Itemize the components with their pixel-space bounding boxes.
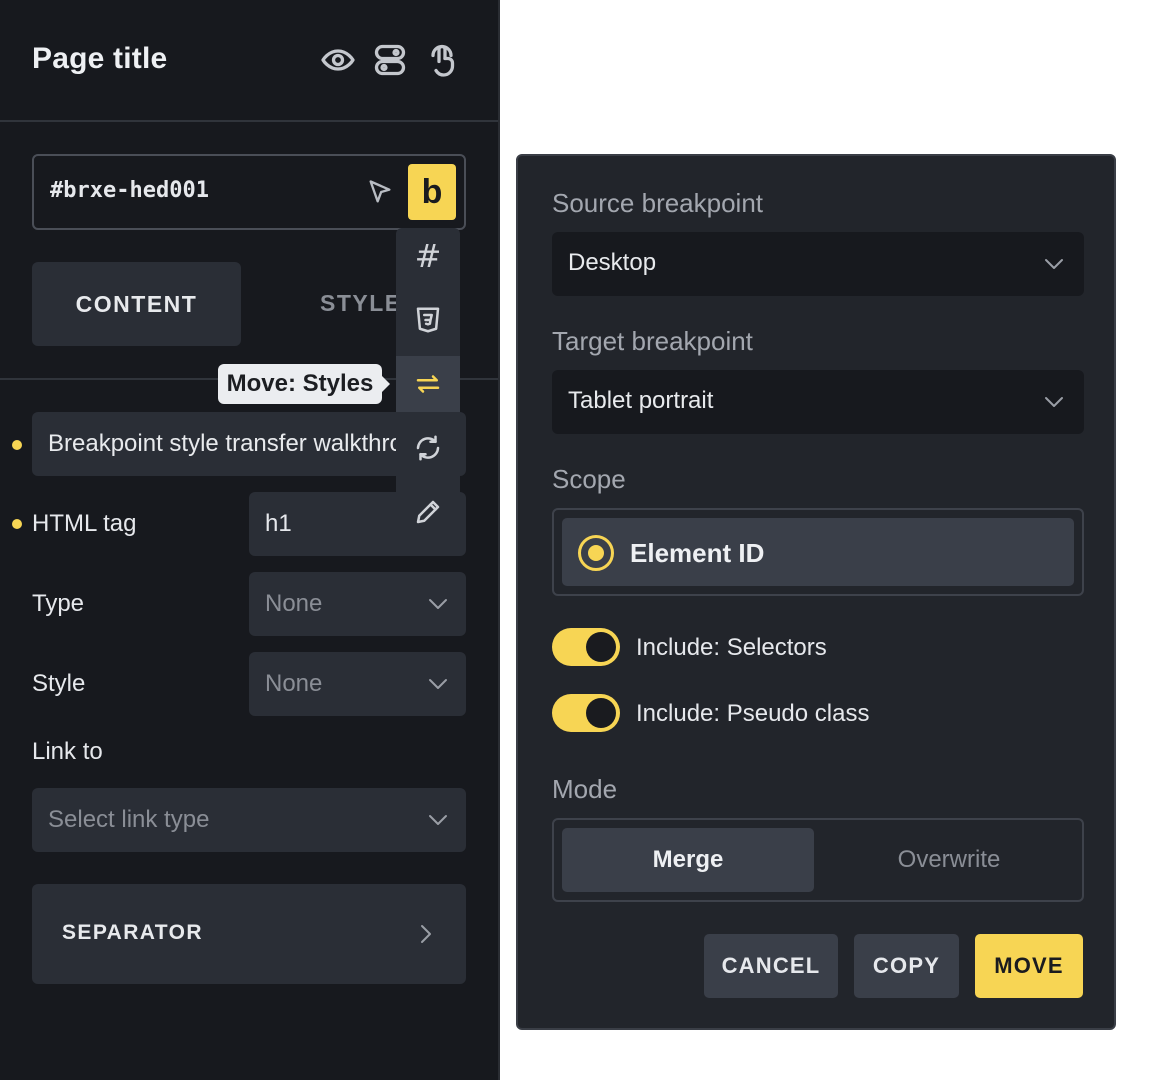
type-value: None xyxy=(265,590,323,617)
target-breakpoint-label: Target breakpoint xyxy=(552,326,753,356)
radio-selected[interactable] xyxy=(578,535,614,571)
style-label: Style xyxy=(32,670,86,697)
toggle-knob xyxy=(586,632,616,662)
toggle-selectors[interactable] xyxy=(552,628,620,666)
type-select[interactable]: None xyxy=(249,572,466,636)
mode-overwrite-option[interactable]: Overwrite xyxy=(820,828,1078,892)
modified-indicator-dot xyxy=(12,440,22,450)
hash-glyph: # xyxy=(414,237,442,275)
cancel-button[interactable]: CANCEL xyxy=(704,934,838,998)
pointer-hand-icon[interactable] xyxy=(422,40,462,80)
chevron-down-icon xyxy=(1042,390,1066,414)
type-label: Type xyxy=(32,590,85,617)
scope-label: Scope xyxy=(552,464,626,494)
scope-option-label: Element ID xyxy=(630,538,765,568)
page-title: Page title xyxy=(32,42,168,75)
move-styles-tooltip: Move: Styles xyxy=(218,364,390,404)
pencil-icon[interactable] xyxy=(396,484,460,540)
source-breakpoint-select[interactable]: Desktop xyxy=(552,232,1084,296)
copy-button[interactable]: COPY xyxy=(854,934,959,998)
separator-section[interactable]: SEPARATOR xyxy=(32,884,466,984)
move-styles-popup: Source breakpoint Desktop Target breakpo… xyxy=(516,154,1116,1030)
chevron-down-icon xyxy=(1042,252,1066,276)
toggles-icon[interactable] xyxy=(370,40,410,80)
tab-style[interactable]: STYLE xyxy=(320,290,402,317)
eye-icon[interactable] xyxy=(318,40,358,80)
style-select[interactable]: None xyxy=(249,652,466,716)
source-breakpoint-label: Source breakpoint xyxy=(552,188,764,218)
target-breakpoint-select[interactable]: Tablet portrait xyxy=(552,370,1084,434)
chevron-down-icon xyxy=(426,672,450,696)
toggle-knob xyxy=(586,698,616,728)
mode-label: Mode xyxy=(552,774,618,804)
element-id-field[interactable]: #brxe-hed001 b xyxy=(32,154,466,230)
chevron-down-icon xyxy=(426,592,450,616)
scope-option-element-id[interactable]: Element ID xyxy=(562,518,1074,586)
separator-label: SEPARATOR xyxy=(62,921,203,944)
hash-icon[interactable]: # xyxy=(396,228,460,284)
chevron-down-icon xyxy=(426,808,450,832)
element-id-text: #brxe-hed001 xyxy=(50,178,209,203)
element-actions-button[interactable]: b xyxy=(408,164,456,220)
tab-content[interactable]: CONTENT xyxy=(32,262,241,346)
link-type-select[interactable]: Select link type xyxy=(32,788,466,852)
toggle-selectors-label: Include: Selectors xyxy=(636,634,827,661)
target-breakpoint-value: Tablet portrait xyxy=(568,387,714,414)
sync-icon[interactable] xyxy=(396,420,460,476)
cursor-icon[interactable] xyxy=(366,178,396,208)
mode-merge-option[interactable]: Merge xyxy=(562,828,814,892)
panel-header: Page title xyxy=(0,0,498,122)
css3-icon[interactable] xyxy=(396,292,460,348)
chevron-right-icon xyxy=(414,922,438,946)
style-value: None xyxy=(265,670,323,697)
move-button[interactable]: MOVE xyxy=(975,934,1083,998)
element-panel: Page title #brxe-hed001 b CONTENT STYLE … xyxy=(0,0,500,1080)
toggle-pseudo-class[interactable] xyxy=(552,694,620,732)
scope-options: Element ID xyxy=(552,508,1084,596)
source-breakpoint-value: Desktop xyxy=(568,249,657,276)
toggle-pseudo-class-label: Include: Pseudo class xyxy=(636,700,870,727)
move-arrows-icon[interactable] xyxy=(396,356,460,412)
link-type-placeholder: Select link type xyxy=(48,806,210,833)
mode-segmented-control: Merge Overwrite xyxy=(552,818,1084,902)
modified-indicator-dot xyxy=(12,519,22,529)
text-input-value: Breakpoint style transfer walkthrough xyxy=(48,430,443,457)
link-to-label: Link to xyxy=(32,738,103,765)
html-tag-value: h1 xyxy=(265,510,292,537)
element-actions-menu: # xyxy=(396,228,460,540)
html-tag-label: HTML tag xyxy=(32,510,137,537)
